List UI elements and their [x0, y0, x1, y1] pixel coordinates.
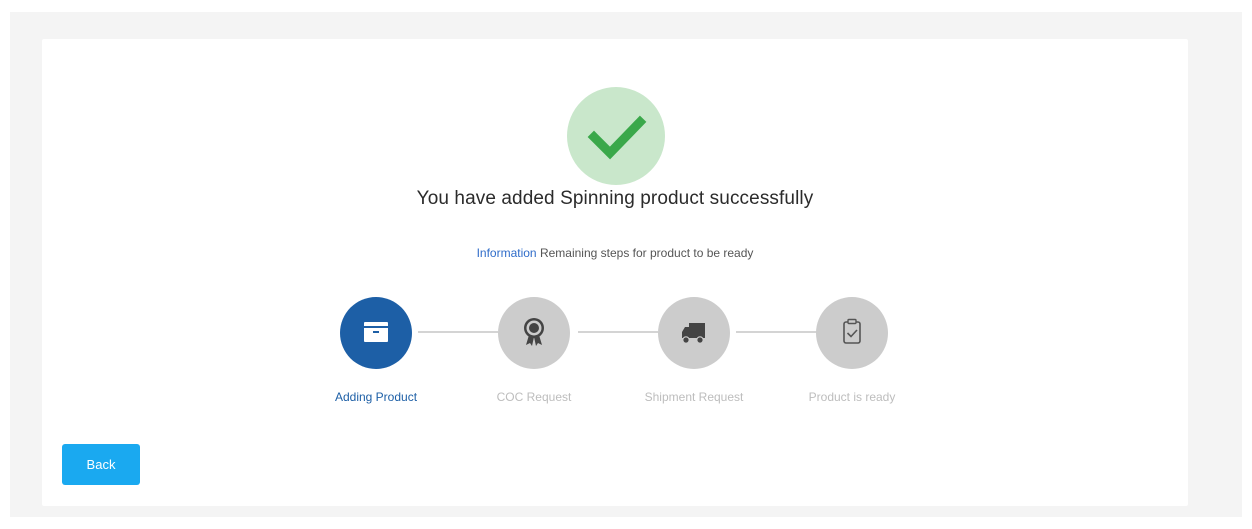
- step-connector: [418, 331, 498, 333]
- step-label-shipment-request: Shipment Request: [644, 390, 744, 404]
- step-shipment-request: [658, 297, 730, 369]
- step-connector: [578, 331, 658, 333]
- step-product-ready: [816, 297, 888, 369]
- progress-stepper: Adding Product COC Request Shipment Requ…: [42, 39, 1188, 439]
- truck-icon: [682, 323, 705, 344]
- back-button[interactable]: Back: [62, 444, 140, 485]
- archive-box-icon: [364, 322, 388, 342]
- step-coc-request: [498, 297, 570, 369]
- success-card: You have added Spinning product successf…: [42, 39, 1188, 506]
- certificate-badge-icon: [524, 318, 544, 346]
- step-label-adding-product: Adding Product: [334, 390, 418, 404]
- clipboard-check-icon: [843, 318, 861, 344]
- step-label-coc-request: COC Request: [496, 390, 572, 404]
- step-connector: [736, 331, 818, 333]
- step-label-product-ready: Product is ready: [808, 390, 896, 404]
- step-adding-product: [340, 297, 412, 369]
- page-background: You have added Spinning product successf…: [10, 12, 1242, 517]
